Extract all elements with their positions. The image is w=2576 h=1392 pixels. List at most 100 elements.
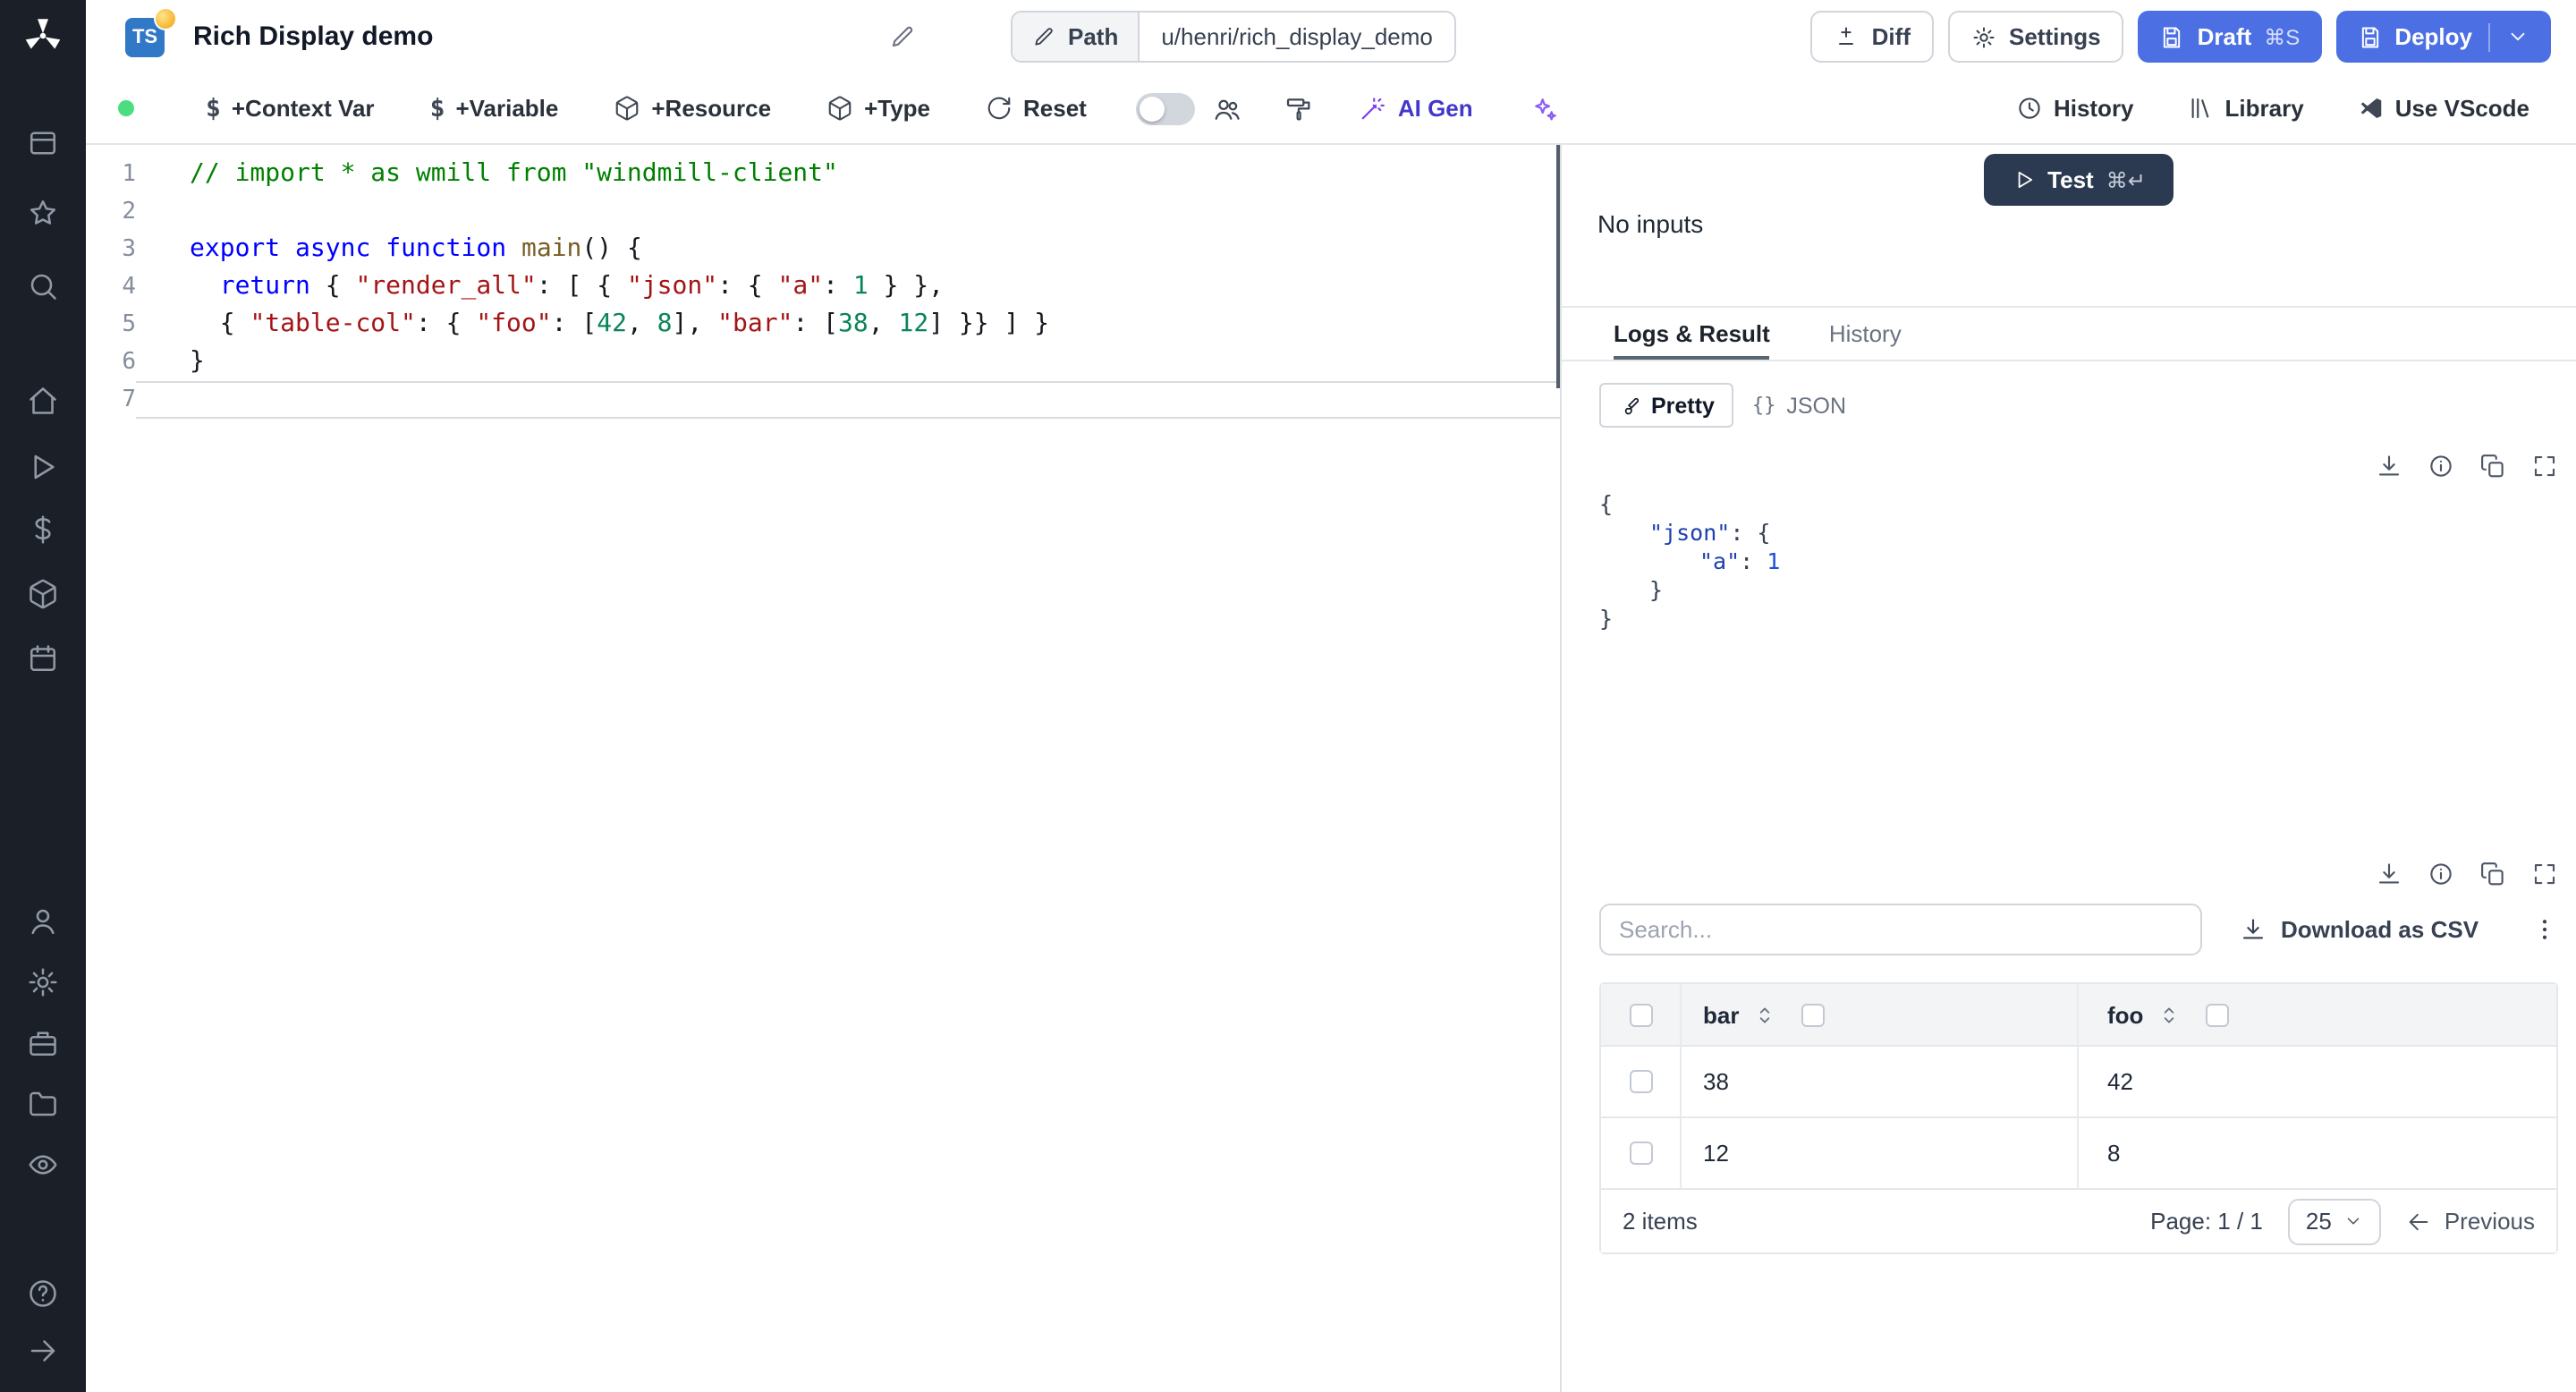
users-icon[interactable] bbox=[0, 905, 86, 938]
expand-icon[interactable] bbox=[2531, 453, 2558, 480]
column-checkbox[interactable] bbox=[1801, 1003, 1826, 1026]
table-row[interactable]: 12 8 bbox=[1601, 1116, 2556, 1188]
sidebar bbox=[0, 0, 86, 1392]
package-icon bbox=[616, 96, 639, 121]
add-context-var-button[interactable]: $ +Context Var bbox=[206, 94, 375, 123]
schedules-icon[interactable] bbox=[0, 642, 86, 675]
topbar: TS Rich Display demo Path u/henri/rich_d… bbox=[86, 0, 2576, 73]
previous-page-button[interactable]: Previous bbox=[2407, 1208, 2535, 1235]
test-shortcut: ⌘↵ bbox=[2106, 167, 2146, 192]
column-checkbox[interactable] bbox=[2206, 1003, 2230, 1026]
help-icon[interactable] bbox=[0, 1277, 86, 1310]
info-icon[interactable] bbox=[2428, 453, 2454, 480]
line-number: 7 bbox=[122, 386, 136, 413]
tab-history[interactable]: History bbox=[1829, 308, 1902, 360]
expand-sidebar-icon[interactable] bbox=[0, 1335, 86, 1367]
cell-foo: 42 bbox=[2077, 1047, 2556, 1116]
code-editor[interactable]: 1// import * as wmill from "windmill-cli… bbox=[86, 145, 1560, 1392]
add-variable-button[interactable]: $ +Variable bbox=[430, 94, 559, 123]
resources-icon[interactable] bbox=[0, 578, 86, 610]
row-checkbox[interactable] bbox=[1629, 1142, 1652, 1165]
items-count: 2 items bbox=[1623, 1208, 1698, 1235]
diff-button[interactable]: Diff bbox=[1810, 11, 1934, 63]
table-header: bar foo bbox=[1601, 984, 2556, 1045]
workers-icon[interactable] bbox=[0, 1027, 86, 1059]
save-icon bbox=[2361, 26, 2378, 47]
deploy-button[interactable]: Deploy bbox=[2335, 11, 2551, 63]
windmill-logo[interactable] bbox=[0, 14, 86, 57]
arrow-left-icon bbox=[2410, 1212, 2429, 1230]
main-area: TS Rich Display demo Path u/henri/rich_d… bbox=[86, 0, 2576, 1392]
library-button[interactable]: Library bbox=[2188, 95, 2304, 122]
code-line[interactable]: 4 return { "render_all": [ { "json": { "… bbox=[86, 268, 1560, 306]
folders-icon[interactable] bbox=[0, 1088, 86, 1120]
add-type-button[interactable]: +Type bbox=[826, 95, 930, 122]
column-header-foo: foo bbox=[2077, 984, 2556, 1045]
select-all-checkbox[interactable] bbox=[1629, 1003, 1652, 1026]
search-input[interactable] bbox=[1599, 904, 2202, 955]
tab-pretty[interactable]: Pretty bbox=[1599, 383, 1734, 428]
path-button[interactable]: Path u/henri/rich_display_demo bbox=[1011, 11, 1456, 63]
page-size-select[interactable]: 25 bbox=[2287, 1198, 2382, 1244]
path-label: Path bbox=[1013, 13, 1140, 61]
copy-icon[interactable] bbox=[2479, 861, 2506, 887]
copy-icon[interactable] bbox=[2479, 453, 2506, 480]
line-number: 2 bbox=[122, 199, 136, 225]
row-checkbox-cell bbox=[1601, 1047, 1680, 1116]
topbar-actions: Diff Settings Draft ⌘S Deploy bbox=[1810, 11, 2551, 63]
add-resource-button[interactable]: +Resource bbox=[614, 95, 771, 122]
sparkles-icon[interactable] bbox=[1530, 94, 1559, 123]
variables-icon[interactable] bbox=[0, 514, 86, 546]
result-table: bar foo 38 42 12 8 2 items Page: 1 / 1 2… bbox=[1599, 982, 2558, 1254]
clock-icon bbox=[2019, 98, 2040, 119]
table-row[interactable]: 38 42 bbox=[1601, 1045, 2556, 1116]
format-code-icon[interactable] bbox=[1285, 94, 1314, 123]
editor-toolbar: $ +Context Var $ +Variable +Resource +Ty… bbox=[86, 73, 2576, 145]
reset-button[interactable]: Reset bbox=[986, 95, 1087, 122]
cell-bar: 38 bbox=[1680, 1047, 2077, 1116]
runs-icon[interactable] bbox=[0, 451, 86, 483]
emoji-sticker bbox=[156, 8, 175, 28]
result-json-line: } bbox=[1599, 605, 1614, 632]
pencil-icon[interactable] bbox=[889, 23, 916, 59]
history-button[interactable]: History bbox=[2016, 95, 2134, 122]
code-line[interactable]: 2 bbox=[86, 193, 1560, 231]
multiplayer-toggle[interactable] bbox=[1136, 92, 1196, 124]
result-json-line: "a": 1 bbox=[1699, 547, 1781, 574]
favorites-icon[interactable] bbox=[0, 197, 86, 229]
draft-button[interactable]: Draft ⌘S bbox=[2138, 11, 2322, 63]
download-csv-button[interactable]: Download as CSV bbox=[2240, 916, 2479, 943]
save-icon bbox=[2164, 26, 2181, 47]
info-icon[interactable] bbox=[2428, 861, 2454, 887]
gear-icon bbox=[1973, 26, 1995, 47]
row-checkbox[interactable] bbox=[1629, 1070, 1652, 1093]
result-json-line: "json": { bbox=[1649, 519, 1771, 546]
settings-button[interactable]: Settings bbox=[1948, 11, 2124, 63]
download-icon[interactable] bbox=[2376, 453, 2402, 480]
code-line[interactable]: 5 { "table-col": { "foo": [42, 8], "bar"… bbox=[86, 306, 1560, 344]
test-button[interactable]: Test ⌘↵ bbox=[1984, 154, 2174, 206]
ai-gen-button[interactable]: AI Gen bbox=[1360, 95, 1473, 122]
download-icon[interactable] bbox=[2376, 861, 2402, 887]
result-actions bbox=[1599, 453, 2558, 480]
code-line[interactable]: 6} bbox=[86, 344, 1560, 381]
kebab-menu-icon[interactable] bbox=[2531, 916, 2558, 943]
vscode-icon bbox=[2360, 98, 2381, 118]
tab-logs-result[interactable]: Logs & Result bbox=[1614, 308, 1770, 360]
sort-icon[interactable] bbox=[2157, 1003, 2181, 1026]
audit-logs-icon[interactable] bbox=[0, 1149, 86, 1181]
code-line[interactable]: 3 export async function main() { bbox=[86, 231, 1560, 268]
search-icon[interactable] bbox=[0, 270, 86, 302]
apps-icon[interactable] bbox=[0, 127, 86, 159]
use-vscode-button[interactable]: Use VScode bbox=[2358, 95, 2529, 122]
reset-icon bbox=[987, 97, 1011, 120]
settings-icon[interactable] bbox=[0, 966, 86, 998]
code-line[interactable]: 1// import * as wmill from "windmill-cli… bbox=[86, 156, 1560, 193]
editor-scrollbar[interactable] bbox=[1556, 145, 1560, 388]
code-line[interactable]: 7 bbox=[86, 381, 1560, 419]
sort-icon[interactable] bbox=[1753, 1003, 1776, 1026]
tab-json[interactable]: {} JSON bbox=[1734, 383, 1864, 428]
expand-icon[interactable] bbox=[2531, 861, 2558, 887]
home-icon[interactable] bbox=[0, 385, 86, 417]
multiplayer-icon[interactable] bbox=[1214, 94, 1242, 123]
